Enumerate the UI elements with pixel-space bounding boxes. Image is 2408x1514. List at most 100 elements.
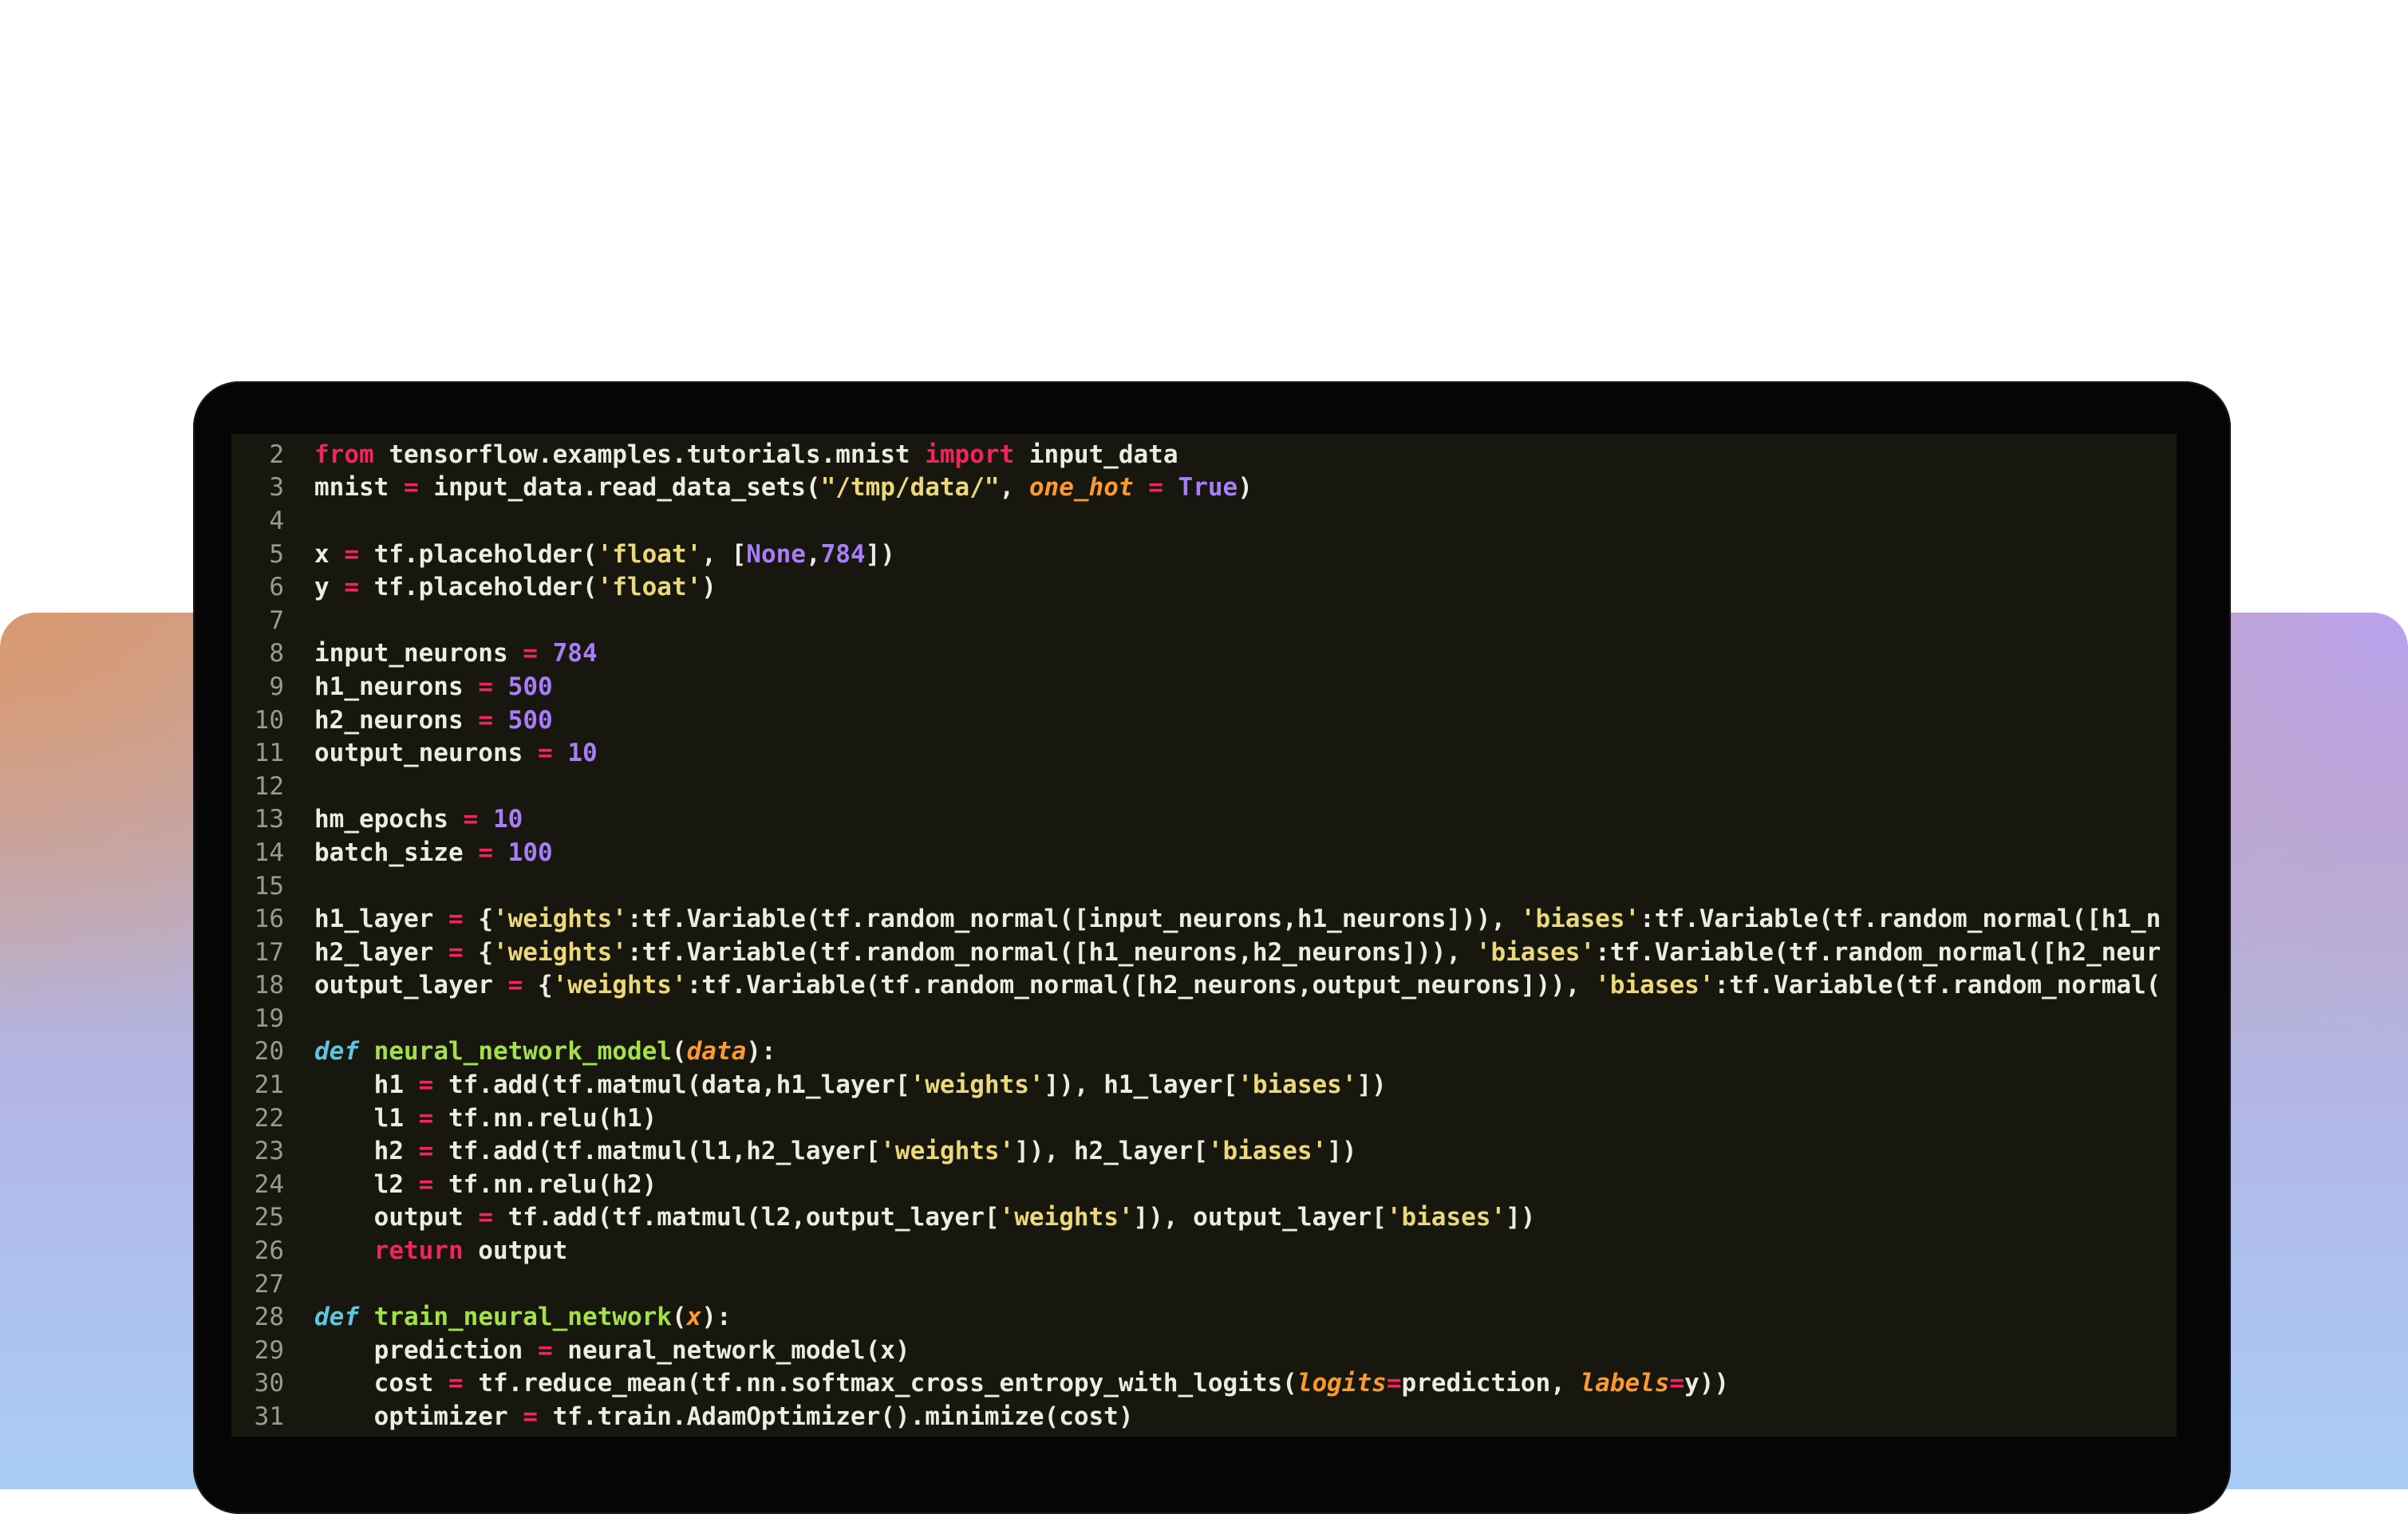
code-token: , <box>805 539 821 569</box>
line-number: 11 <box>254 739 284 768</box>
code-token: x <box>686 1303 702 1332</box>
code-token: 'weights' <box>910 1070 1044 1100</box>
code-text: l2 = tf.nn.relu(h2) <box>284 1170 657 1199</box>
line-number: 15 <box>254 871 284 901</box>
code-token: 'float' <box>597 573 702 602</box>
code-token: :tf.Variable(tf.random_normal( <box>1714 971 2161 1000</box>
line-number: 7 <box>269 605 284 635</box>
code-line: 20 def neural_network_model(data): <box>231 1035 2177 1069</box>
code-token: output_neurons <box>314 739 538 768</box>
code-token: h2_layer <box>314 937 448 967</box>
code-text: from tensorflow.examples.tutorials.mnist… <box>284 440 1178 469</box>
code-text: h2_layer = {'weights':tf.Variable(tf.ran… <box>284 938 2161 967</box>
code-line: 17 h2_layer = {'weights':tf.Variable(tf.r… <box>231 936 2177 969</box>
code-token: ): <box>701 1303 732 1332</box>
line-number: 23 <box>254 1137 284 1166</box>
code-token: ]) <box>1356 1070 1387 1100</box>
code-line: 4 <box>231 504 2177 538</box>
code-token: import <box>925 440 1015 469</box>
code-token: ]) <box>1506 1203 1536 1232</box>
code-token: :tf.Variable(tf.random_normal([h2_neuron… <box>686 971 1596 1000</box>
code-token: input_data.read_data_sets( <box>418 473 821 503</box>
code-line: 25 output = tf.add(tf.matmul(l2,output_l… <box>231 1201 2177 1235</box>
code-token: tf.placeholder( <box>359 539 598 569</box>
code-token: logits <box>1297 1369 1387 1398</box>
code-text: hm_epochs = 10 <box>284 805 523 834</box>
line-number: 13 <box>254 805 284 834</box>
code-line: 22 l1 = tf.nn.relu(h1) <box>231 1102 2177 1135</box>
code-text: output_layer = {'weights':tf.Variable(tf… <box>284 971 2161 999</box>
code-token: = <box>478 838 493 867</box>
line-number: 6 <box>269 573 284 602</box>
code-token: h2 <box>314 1137 419 1166</box>
code-token: = <box>1148 473 1163 503</box>
code-line: 28 def train_neural_network(x): <box>231 1300 2177 1334</box>
code-token: 'biases' <box>1386 1203 1506 1232</box>
code-token: "/tmp/data/" <box>820 473 1000 503</box>
code-token: ) <box>701 573 716 602</box>
code-line: 15 <box>231 869 2177 903</box>
line-number: 5 <box>269 539 284 569</box>
code-text: output = tf.add(tf.matmul(l2,output_laye… <box>284 1203 1536 1232</box>
code-line: 16 h1_layer = {'weights':tf.Variable(tf.r… <box>231 902 2177 936</box>
code-token: = <box>344 539 359 569</box>
code-token: output <box>463 1236 568 1266</box>
code-line: 21 h1 = tf.add(tf.matmul(data,h1_layer['… <box>231 1068 2177 1102</box>
code-text: output_neurons = 10 <box>284 739 598 767</box>
line-number: 10 <box>254 705 284 735</box>
line-number: 12 <box>254 771 284 801</box>
code-token: = <box>1669 1369 1685 1398</box>
code-text: batch_size = 100 <box>284 838 553 867</box>
code-line: 7 <box>231 604 2177 637</box>
code-token: :tf.Variable(tf.random_normal([h1_n <box>1640 905 2161 934</box>
code-token: , <box>999 473 1029 503</box>
code-token: = <box>478 705 493 735</box>
code-token: 'biases' <box>1207 1137 1328 1166</box>
code-line: 5x = tf.placeholder('float', [None,784]) <box>231 538 2177 571</box>
code-line: 9 h1_neurons = 500 <box>231 670 2177 704</box>
code-token: ( <box>671 1037 687 1067</box>
code-token: None <box>746 539 806 569</box>
code-token: prediction, <box>1401 1369 1581 1398</box>
code-token: from <box>314 440 374 469</box>
code-token: 'weights' <box>552 971 687 1000</box>
code-token: True <box>1178 473 1238 503</box>
code-token: = <box>344 573 359 602</box>
code-token: 'float' <box>597 539 702 569</box>
code-token: = <box>448 1369 464 1398</box>
line-number: 9 <box>269 672 284 701</box>
code-text: input_neurons = 784 <box>284 639 598 668</box>
code-token: 500 <box>507 705 553 735</box>
line-number: 16 <box>254 905 284 934</box>
code-token: ]), output_layer[ <box>1133 1203 1387 1232</box>
line-number: 20 <box>254 1037 284 1067</box>
code-token: = <box>523 1402 538 1432</box>
line-number: 8 <box>269 639 284 668</box>
code-token: = <box>418 1137 434 1166</box>
code-token: , [ <box>701 539 747 569</box>
code-token: tf.reduce_mean(tf.nn.softmax_cross_entro… <box>463 1369 1297 1398</box>
code-token: = <box>537 739 553 768</box>
line-number: 22 <box>254 1103 284 1133</box>
code-text: h1 = tf.add(tf.matmul(data,h1_layer['wei… <box>284 1070 1387 1099</box>
line-number: 4 <box>269 506 284 535</box>
code-token: 'weights' <box>999 1203 1134 1232</box>
code-token: neural_network_model <box>373 1037 672 1067</box>
code-line: 18 output_layer = {'weights':tf.Variable(… <box>231 969 2177 1003</box>
code-line: 26 return output <box>231 1234 2177 1268</box>
code-line: 12 <box>231 770 2177 803</box>
code-token: optimizer <box>314 1402 523 1432</box>
code-text: mnist = input_data.read_data_sets("/tmp/… <box>284 473 1253 502</box>
code-token: input_data <box>1014 440 1178 469</box>
code-text: optimizer = tf.train.AdamOptimizer().min… <box>284 1402 1134 1431</box>
line-number: 17 <box>254 937 284 967</box>
code-token: train_neural_network <box>373 1303 672 1332</box>
code-line: 2 from tensorflow.examples.tutorials.mnis… <box>231 438 2177 471</box>
code-token: input_neurons <box>314 639 523 668</box>
code-line: 6y = tf.placeholder('float') <box>231 570 2177 604</box>
code-text: y = tf.placeholder('float') <box>284 573 716 601</box>
